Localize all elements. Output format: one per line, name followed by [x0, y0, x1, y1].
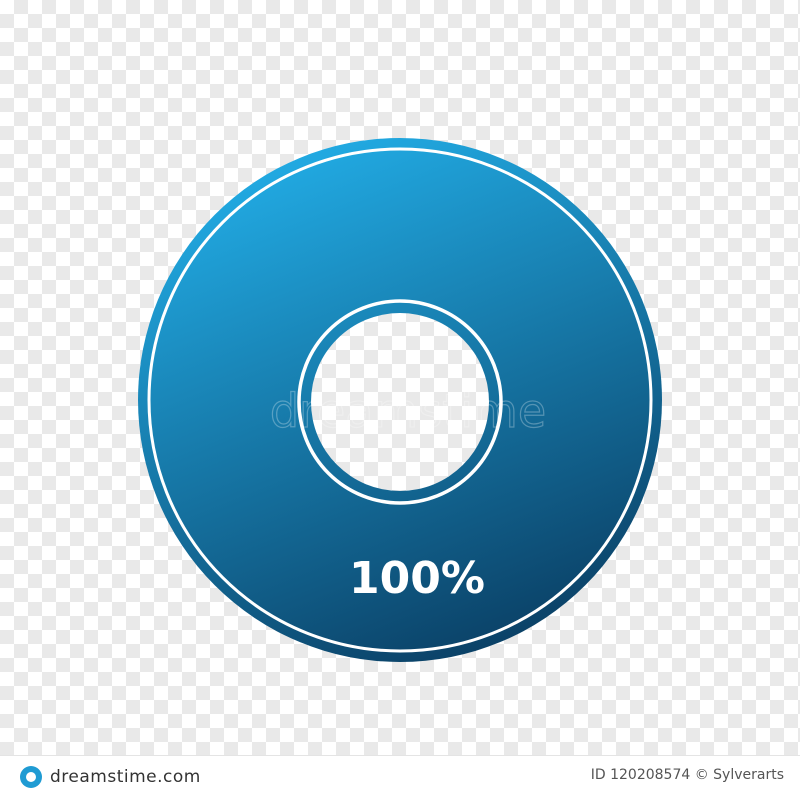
percent-label: 100%	[349, 553, 485, 604]
brand-logo-icon	[20, 766, 42, 788]
pie-chart-icon: dreamstime 100%	[138, 138, 662, 662]
footer-image-id: ID 120208574 © Sylverarts	[590, 767, 784, 783]
watermark-footer: dreamstime.com ID 120208574 © Sylverarts	[0, 755, 800, 800]
footer-logo: dreamstime.com	[20, 766, 201, 788]
watermark-overlay: dreamstime	[270, 384, 546, 438]
footer-brand: dreamstime.com	[50, 767, 201, 787]
